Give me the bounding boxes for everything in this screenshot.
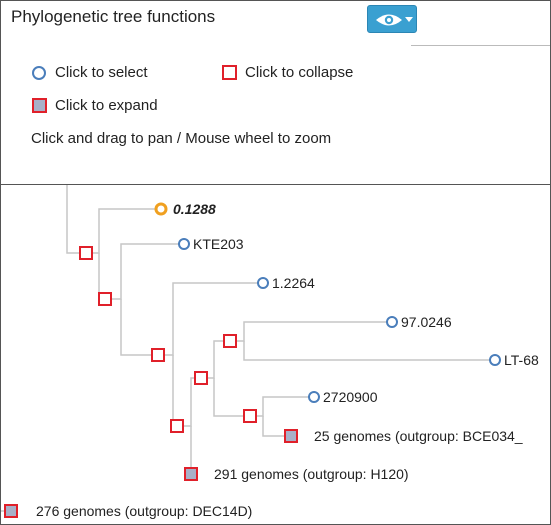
leaf-marker[interactable]	[308, 391, 320, 403]
collapsed-group-label: 276 genomes (outgroup: DEC14D)	[36, 503, 252, 519]
expand-node[interactable]	[4, 504, 18, 518]
collapsed-group-291[interactable]: 291 genomes (outgroup: H120)	[184, 466, 409, 482]
tree-branches	[1, 185, 495, 512]
collapse-node[interactable]	[243, 409, 257, 423]
leaf-node[interactable]: 2720900	[308, 389, 378, 405]
leaf-label: KTE203	[193, 236, 244, 252]
leaf-node[interactable]: KTE203	[178, 236, 244, 252]
leaf-node[interactable]: 1.2264	[257, 275, 315, 291]
select-circle-icon	[32, 66, 46, 80]
leaf-marker[interactable]	[257, 277, 269, 289]
leaf-marker[interactable]	[489, 354, 501, 366]
collapse-node[interactable]	[170, 419, 184, 433]
leaf-label: 97.0246	[401, 314, 452, 330]
view-options-button[interactable]	[367, 5, 417, 33]
selected-leaf-marker[interactable]	[154, 202, 168, 216]
collapse-node[interactable]	[223, 334, 237, 348]
collapse-node[interactable]	[79, 246, 93, 260]
collapse-node[interactable]	[151, 348, 165, 362]
legend-panel: Phylogenetic tree functions Click to sel…	[1, 1, 550, 185]
caret-down-icon	[405, 17, 413, 22]
panel-title: Phylogenetic tree functions	[11, 7, 216, 26]
leaf-marker[interactable]	[178, 238, 190, 250]
collapsed-group-25[interactable]: 25 genomes (outgroup: BCE034_	[284, 428, 523, 444]
collapsed-group-label: 291 genomes (outgroup: H120)	[214, 466, 409, 482]
expand-square-icon	[32, 98, 47, 113]
collapsed-group-label: 25 genomes (outgroup: BCE034_	[314, 428, 523, 444]
divider	[411, 45, 550, 46]
collapse-node[interactable]	[98, 292, 112, 306]
collapse-node[interactable]	[194, 371, 208, 385]
leaf-node[interactable]: 97.0246	[386, 314, 452, 330]
phylogenetic-tree-widget: Phylogenetic tree functions Click to sel…	[0, 0, 551, 525]
leaf-label: LT-68	[504, 352, 539, 368]
leaf-marker[interactable]	[386, 316, 398, 328]
legend-select-label: Click to select	[55, 64, 148, 81]
collapse-square-icon	[222, 65, 237, 80]
legend-expand-label: Click to expand	[55, 97, 158, 114]
collapsed-group-276[interactable]: 276 genomes (outgroup: DEC14D)	[4, 503, 252, 519]
leaf-label: 2720900	[323, 389, 378, 405]
tree-canvas[interactable]: 25 genomes (outgroup: BCE034_ 291 genome…	[1, 185, 550, 524]
leaf-node[interactable]: LT-68	[489, 352, 539, 368]
expand-node[interactable]	[184, 467, 198, 481]
legend-collapse-label: Click to collapse	[245, 64, 354, 81]
leaf-label: 1.2264	[272, 275, 315, 291]
leaf-label: 0.1288	[173, 201, 216, 217]
expand-node[interactable]	[284, 429, 298, 443]
eye-icon	[376, 14, 402, 26]
pan-zoom-hint: Click and drag to pan / Mouse wheel to z…	[31, 130, 332, 147]
leaf-node-selected[interactable]: 0.1288	[154, 201, 216, 217]
